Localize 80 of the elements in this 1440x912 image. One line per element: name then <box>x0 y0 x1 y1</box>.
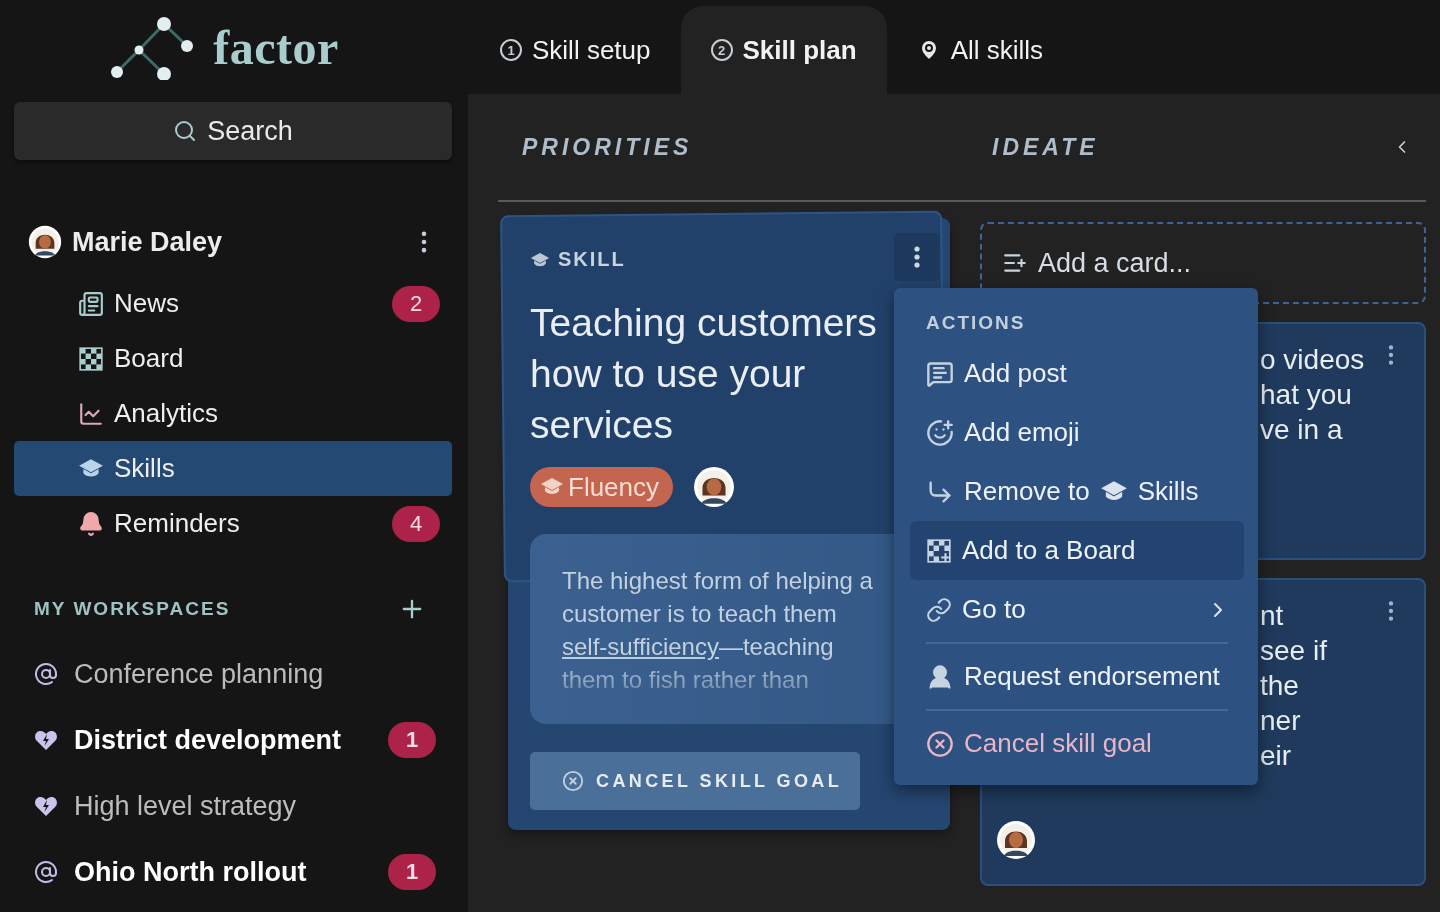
quote-text: The highest form of helping a customer is to teach them self-sufficiency—teaching them to fish rather than <box>562 566 874 695</box>
avatar <box>28 225 62 259</box>
nav-label: Reminders <box>114 508 241 539</box>
checkerboard-plus-icon <box>926 537 952 564</box>
workspace-item[interactable]: High level strategy <box>14 773 452 839</box>
count-badge: 1 <box>388 854 436 890</box>
bell-icon <box>78 510 104 537</box>
nav-item[interactable]: Reminders 4 <box>14 496 452 551</box>
close-circle-icon <box>562 770 584 792</box>
nav-label: Analytics <box>114 398 220 429</box>
more-button[interactable] <box>894 233 940 281</box>
message-icon <box>926 359 954 388</box>
logo-text: factor <box>213 19 339 75</box>
workspace-label: High level strategy <box>74 790 298 822</box>
nav-label: News <box>114 288 180 319</box>
more-icon <box>914 246 920 268</box>
step-number: 2 <box>710 39 733 61</box>
avatar <box>693 466 736 508</box>
workspace-item[interactable]: District development 1 <box>14 707 452 773</box>
card-text-line: eir <box>1260 739 1292 773</box>
card-text-line: hat you <box>1260 378 1352 412</box>
tab[interactable]: 1 Skill setup <box>470 6 681 94</box>
at-icon <box>34 860 58 884</box>
menu-title: ACTIONS <box>925 312 1027 335</box>
add-card-placeholder: Add a card... <box>1038 247 1192 279</box>
workspace-item[interactable]: Ohio North rollout 1 <box>14 839 452 905</box>
count-badge: 1 <box>388 722 436 758</box>
card-text-line: nt <box>1260 599 1284 633</box>
workspace-item[interactable]: Conference planning <box>14 641 452 707</box>
card-text-line: the <box>1260 669 1299 703</box>
column-title: IDEATE <box>991 133 1100 161</box>
heart-bolt-icon <box>34 729 58 751</box>
close-circle-icon <box>926 729 954 758</box>
nav-item[interactable]: Skills <box>14 441 452 496</box>
graduation-cap-icon <box>530 251 550 268</box>
nav-item[interactable]: Analytics <box>14 386 452 441</box>
menu-item[interactable]: Add to a Board <box>910 521 1244 580</box>
menu-item[interactable]: Go to <box>910 580 1244 639</box>
workspace-label: District development <box>74 724 343 756</box>
card-text-line: see if <box>1260 634 1327 668</box>
link-icon <box>926 596 952 623</box>
smile-plus-icon <box>926 418 954 447</box>
card-text-line: o videos <box>1260 343 1365 377</box>
card-type-label: SKILL <box>558 248 626 271</box>
cancel-goal-button[interactable]: CANCEL SKILL GOAL <box>530 752 860 810</box>
search-placeholder: Search <box>207 115 293 147</box>
menu-item[interactable]: Add emoji <box>910 403 1244 462</box>
heart-bolt-icon <box>34 795 58 817</box>
nav-label: Skills <box>114 453 176 484</box>
count-badge: 2 <box>392 285 440 322</box>
skill-tag: Fluency <box>530 467 674 507</box>
graduation-cap-icon <box>540 477 564 497</box>
menu-item[interactable]: Add post <box>910 344 1244 403</box>
nav-label: Board <box>114 343 185 374</box>
menu-item[interactable]: Cancel skill goal <box>910 714 1244 773</box>
line-chart-icon <box>78 400 104 427</box>
count-badge: 4 <box>392 505 440 542</box>
graduation-cap-icon <box>78 458 104 479</box>
menu-item[interactable]: Remove to Skills <box>910 462 1244 521</box>
search-field[interactable]: Search <box>14 102 452 160</box>
column-title: PRIORITIES <box>521 133 694 161</box>
nav-item[interactable]: News 2 <box>14 276 452 331</box>
workspace-label: Conference planning <box>74 658 325 690</box>
checkerboard-icon <box>78 345 104 372</box>
search-icon <box>173 119 198 143</box>
card-text-line: ner <box>1260 704 1301 738</box>
tab[interactable]: 2 Skill plan <box>680 6 887 94</box>
at-icon <box>34 662 58 686</box>
section-title: MY WORKSPACES <box>34 598 231 620</box>
graduation-cap-icon <box>1099 480 1128 503</box>
tab[interactable]: All skills <box>886 6 1074 94</box>
menu-item[interactable]: Request endorsement <box>910 647 1244 706</box>
workspace-label: Ohio North rollout <box>74 856 308 888</box>
card-text-line: ve in a <box>1260 413 1343 447</box>
quote-link[interactable]: self-sufficiency <box>562 633 719 660</box>
user-name: Marie Daley <box>72 226 224 258</box>
card-title: Teaching customers how to use your services <box>530 300 878 448</box>
step-number: 1 <box>500 39 522 61</box>
nav-item[interactable]: Board <box>14 331 452 386</box>
newspaper-icon <box>78 290 104 317</box>
